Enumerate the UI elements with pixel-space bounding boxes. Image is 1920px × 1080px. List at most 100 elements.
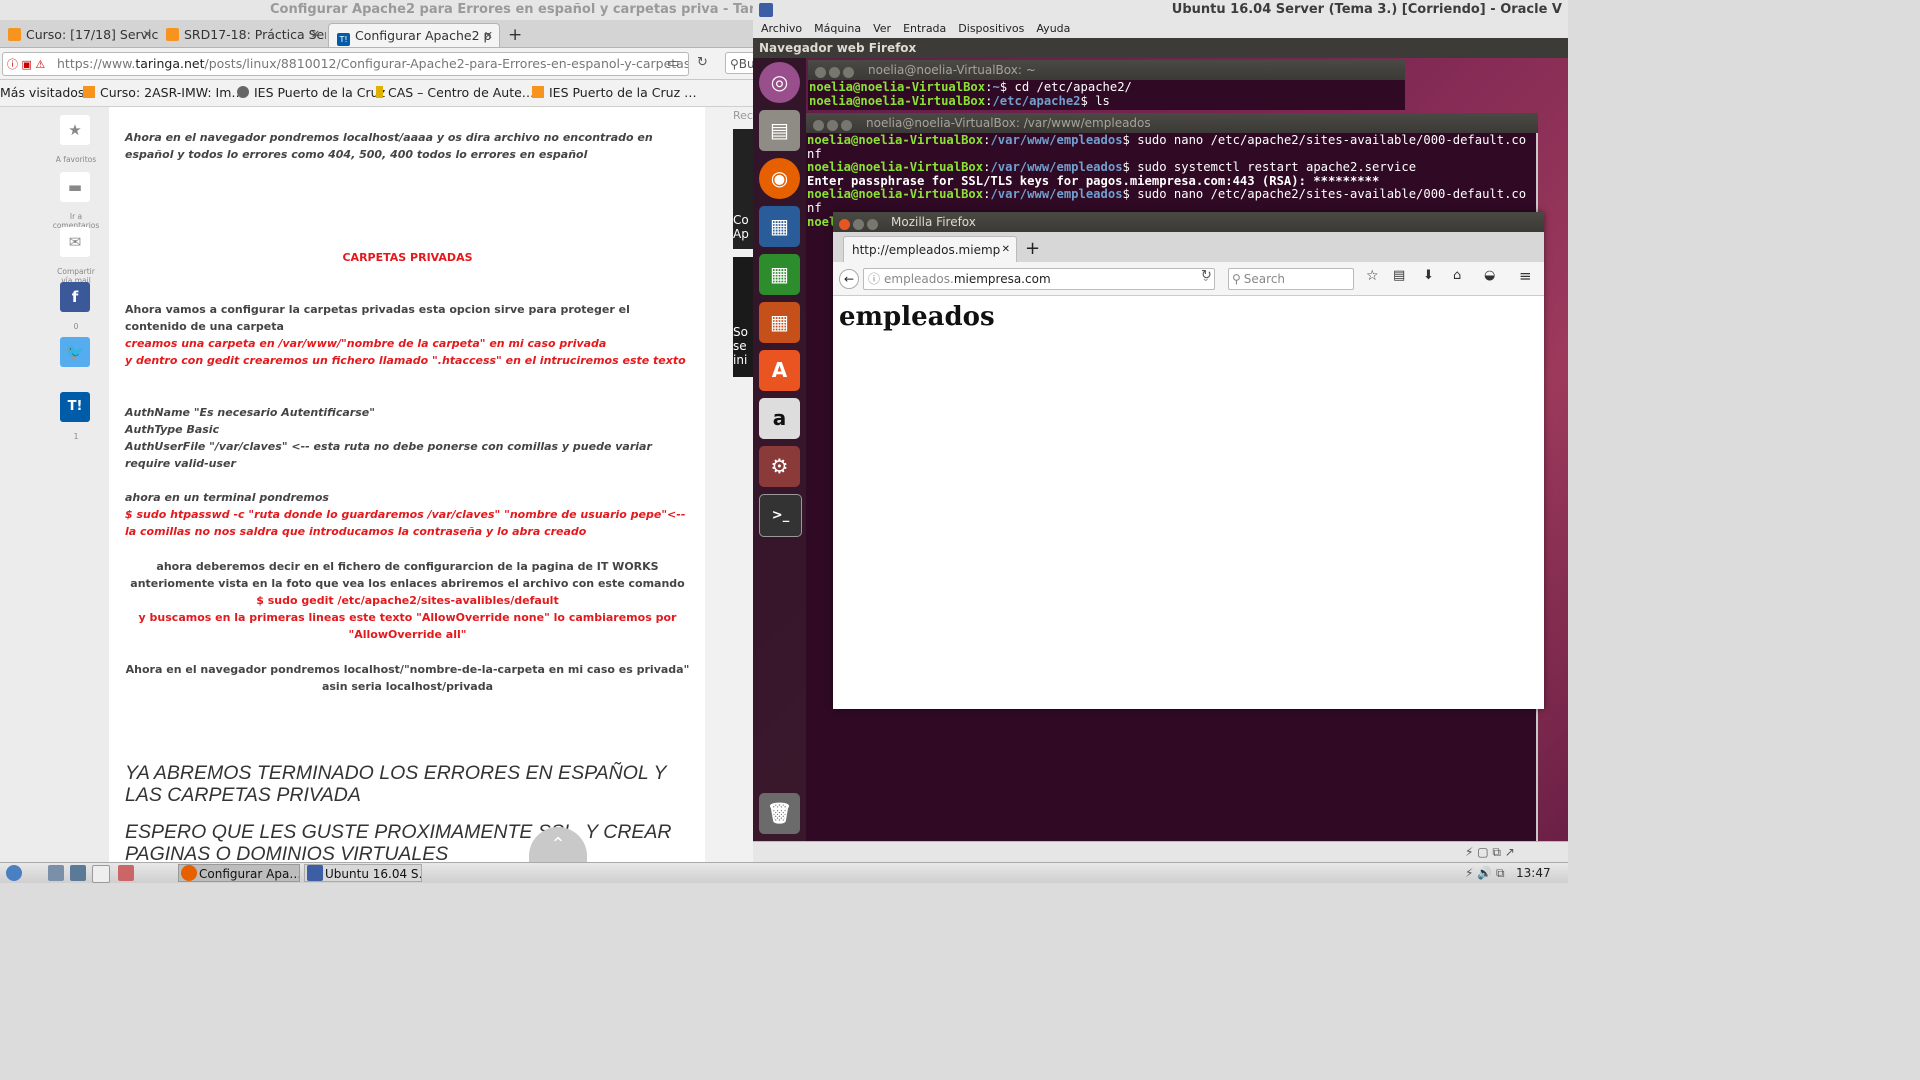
download-icon[interactable]: ⬇ [1423,268,1434,283]
related-post-thumb-1[interactable]: Co Ap [733,129,753,249]
close-icon[interactable]: ✕ [311,23,320,47]
maximize-icon[interactable] [843,67,854,78]
reload-icon[interactable]: ↻ [697,55,708,70]
terminal-line: noelia@noelia-VirtualBox:/var/www/emplea… [807,133,1527,147]
bookmark-most-visited[interactable]: Más visitados [0,80,84,106]
minimize-icon[interactable] [829,67,840,78]
close-icon[interactable] [839,219,850,230]
writer-icon[interactable]: ▦ [759,206,800,247]
host-taskbar: Configurar Apa… Ubuntu 16.04 S… ⚡ 🔊 ⧉ 13… [0,862,1568,883]
taringa-share-icon[interactable]: T! [60,392,90,422]
vbox-status-icons[interactable]: ⚡ ▢ ⧉ ↗ [1465,845,1515,860]
impress-icon[interactable]: ▦ [759,302,800,343]
settings-icon[interactable]: ⚙ [759,446,800,487]
taskbar-item-vbox[interactable]: Ubuntu 16.04 S… [304,864,422,882]
hamburger-menu-icon[interactable]: ≡ [1519,267,1532,285]
show-desktop-icon[interactable] [48,865,64,881]
facebook-icon[interactable]: f [60,282,90,312]
guest-url-bar[interactable]: ⓘ empleados.miempresa.com ⌄ [863,268,1215,290]
tab-srd[interactable]: SRD17-18: Práctica Ser ✕ [158,23,326,47]
search-box[interactable]: ⚲Bu [725,52,753,74]
favorite-star-icon[interactable]: ★ [60,115,90,145]
sidebar-heading: Rec [733,109,753,122]
url-subdomain: empleados. [884,272,954,286]
bookmark-ies-2[interactable]: IES Puerto de la Cruz … [532,80,697,106]
window-icon[interactable] [92,865,110,883]
terminal-window-home[interactable]: noelia@noelia-VirtualBox: ~ noelia@noeli… [808,60,1405,110]
back-arrow-icon[interactable]: ← [839,269,859,289]
paragraph-intro: Ahora vamos a configurar la carpetas pri… [125,303,630,333]
minimize-icon[interactable] [827,120,838,131]
software-center-icon[interactable]: A [759,350,800,391]
search-icon: ⚲ [730,57,739,71]
comments-icon[interactable]: ▬ [60,172,90,202]
menu-archivo[interactable]: Archivo [761,20,802,38]
post-body: Ahora en el navegador pondremos localhos… [109,107,705,862]
paragraph-htaccess: y dentro con gedit crearemos un fichero … [125,354,686,367]
firefox-icon[interactable]: ◉ [759,158,800,199]
related-post-thumb-2[interactable]: So se ini [733,257,753,377]
calc-icon[interactable]: ▦ [759,254,800,295]
firefox-icon [181,865,197,881]
tab-curso[interactable]: Curso: [17/18] Servicio ✕ [0,23,158,47]
library-icon[interactable]: ▤ [1393,268,1405,283]
close-icon[interactable]: ✕ [1002,237,1010,262]
twitter-icon[interactable]: 🐦 [60,337,90,367]
page-heading: empleados [839,302,995,332]
tray-icons[interactable]: ⚡ 🔊 ⧉ [1465,863,1505,883]
guest-nav-bar: ← ⓘ empleados.miempresa.com ⌄ ↻ ⚲ Search ☆ … [833,262,1544,296]
reader-view-icon[interactable]: ▭ [667,56,679,71]
bookmark-star-icon[interactable]: ☆ [1366,268,1379,284]
home-icon[interactable]: ⌂ [1453,268,1461,283]
bookmark-label: CAS – Centro de Aute… [388,85,535,100]
bookmark-cas[interactable]: CAS – Centro de Aute… [376,80,534,106]
guest-search-box[interactable]: ⚲ Search [1228,268,1354,290]
close-icon[interactable]: ✕ [484,24,493,47]
terminal-icon[interactable]: >_ [759,494,802,537]
lock-icon [376,86,383,98]
globe-icon [237,86,249,98]
guest-tab-empleados[interactable]: http://empleados.miemp ✕ [843,236,1017,262]
guest-tab-bar: http://empleados.miemp ✕ + [833,232,1544,262]
vbox-title-text: Ubuntu 16.04 Server (Tema 3.) [Corriendo… [1171,2,1562,17]
start-menu-icon[interactable] [6,865,22,881]
close-icon[interactable] [813,120,824,131]
maximize-icon[interactable] [841,120,852,131]
tab-label: Curso: [17/18] Servicio [26,27,158,42]
guest-firefox-title: Mozilla Firefox [891,215,976,229]
close-icon[interactable]: ✕ [143,23,152,47]
file-manager-icon[interactable] [70,865,86,881]
new-tab-button[interactable]: + [502,23,528,47]
menu-ayuda[interactable]: Ayuda [1036,20,1070,38]
menu-dispositivos[interactable]: Dispositivos [958,20,1024,38]
menu-maquina[interactable]: Máquina [814,20,861,38]
tab-configurar-apache[interactable]: T! Configurar Apache2 p ✕ [328,23,500,47]
ubuntu-dash-icon[interactable]: ◎ [759,62,800,103]
clock[interactable]: 13:47 [1516,863,1551,883]
bookmark-curso[interactable]: Curso: 2ASR-IMW: Im… [83,80,244,106]
info-icon[interactable]: ⓘ [864,272,884,286]
app-launcher-icon[interactable] [118,865,134,881]
reload-icon[interactable]: ↻ [1201,268,1212,283]
mail-icon[interactable]: ✉ [60,227,90,257]
terminal-title: noelia@noelia-VirtualBox: /var/www/emple… [866,116,1151,130]
closing-heading-2: ESPERO QUE LES GUSTE PROXIMAMENTE SSL, Y… [125,821,672,862]
taskbar-item-firefox[interactable]: Configurar Apa… [178,864,300,882]
url-bar[interactable]: ⓘ ▣ ⚠ https://www.taringa.net/posts/linux… [2,52,689,76]
maximize-icon[interactable] [867,219,878,230]
paragraph-allowoverride: y buscamos en la primeras lineas este te… [138,611,677,641]
site-info-icon[interactable]: ⓘ ▣ ⚠ [3,54,57,75]
trash-icon[interactable]: 🗑 [759,793,800,834]
menu-ver[interactable]: Ver [873,20,891,38]
bookmark-ies-1[interactable]: IES Puerto de la Cruz [237,80,385,106]
pocket-icon[interactable]: ◒ [1484,268,1495,283]
amazon-icon[interactable]: a [759,398,800,439]
menu-entrada[interactable]: Entrada [903,20,946,38]
files-icon[interactable]: ▤ [759,110,800,151]
minimize-icon[interactable] [853,219,864,230]
paragraph-htpasswd: $ sudo htpasswd -c "ruta donde lo guarda… [125,508,686,538]
paragraph-terminal: ahora en un terminal pondremos [125,491,329,504]
close-icon[interactable] [815,67,826,78]
new-tab-button[interactable]: + [1025,236,1040,262]
terminal-titlebar: noelia@noelia-VirtualBox: /var/www/emple… [806,113,1538,133]
